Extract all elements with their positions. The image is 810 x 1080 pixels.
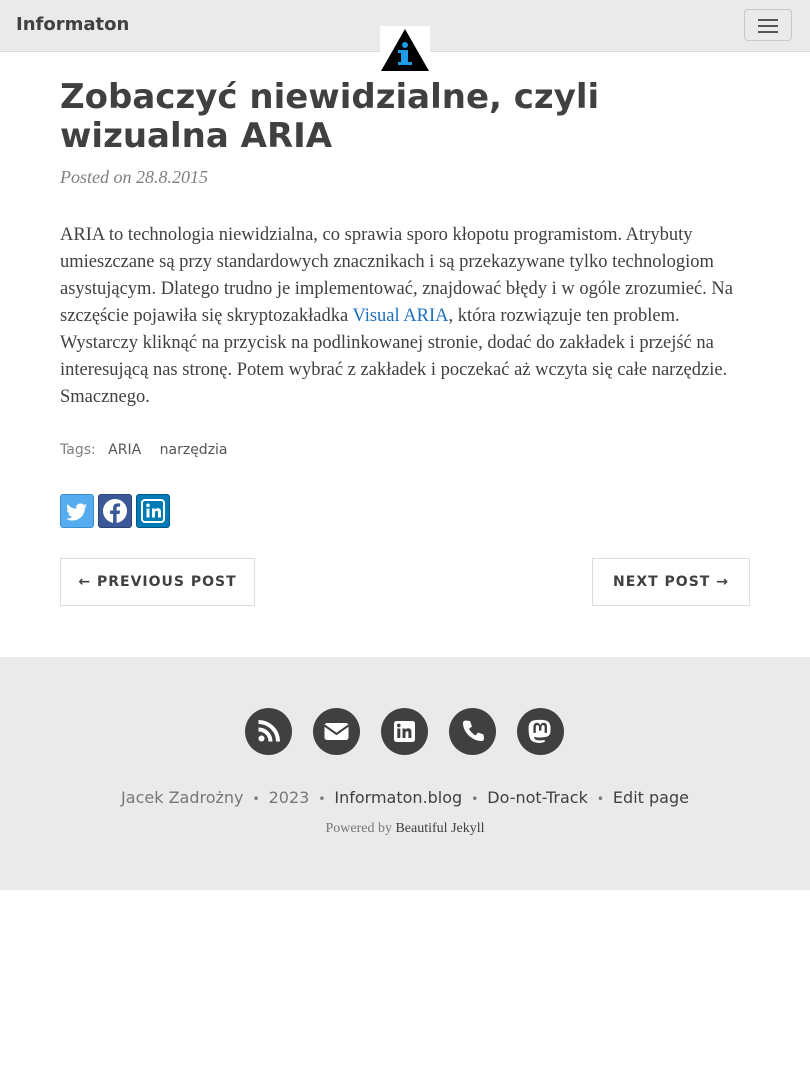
- linkedin-icon: [394, 721, 415, 742]
- beautiful-jekyll-link[interactable]: Beautiful Jekyll: [395, 821, 484, 836]
- brand-link[interactable]: Informaton: [16, 14, 129, 35]
- twitter-share-button[interactable]: [60, 494, 94, 528]
- tags-section: Tags: ARIA narzędzia: [60, 442, 228, 458]
- post-body: ARIA to technologia niewidzialna, co spr…: [60, 222, 752, 411]
- email-link[interactable]: [313, 708, 360, 755]
- footer-social-links: [245, 708, 564, 755]
- footer: Jacek Zadrożny • 2023 • Informaton.blog • Do-n…: [0, 657, 810, 890]
- tag-link[interactable]: ARIA: [108, 442, 141, 458]
- twitter-icon: [66, 503, 87, 521]
- site-logo[interactable]: [380, 26, 430, 72]
- edit-page-link[interactable]: Edit page: [613, 788, 689, 807]
- phone-link[interactable]: [449, 708, 496, 755]
- share-buttons: [60, 494, 170, 528]
- hamburger-line: [758, 25, 778, 27]
- do-not-track-link[interactable]: Do-not-Track: [487, 788, 588, 807]
- tags-label: Tags:: [60, 442, 96, 458]
- blog-link[interactable]: Informaton.blog: [334, 788, 462, 807]
- separator: •: [596, 792, 604, 806]
- rss-link[interactable]: [245, 708, 292, 755]
- hamburger-menu-icon: [758, 19, 778, 21]
- linkedin-link[interactable]: [381, 708, 428, 755]
- separator: •: [318, 792, 326, 806]
- powered-by: Powered by Beautiful Jekyll: [0, 821, 810, 837]
- separator: •: [252, 792, 260, 806]
- facebook-share-button[interactable]: [98, 494, 132, 528]
- mastodon-icon: [528, 719, 551, 743]
- rss-icon: [258, 720, 280, 742]
- hamburger-line: [758, 31, 778, 33]
- powered-label: Powered by: [325, 821, 392, 836]
- visual-aria-link[interactable]: Visual ARIA: [352, 306, 448, 326]
- tag-link[interactable]: narzędzia: [160, 442, 228, 458]
- next-post-button[interactable]: Next Post →: [592, 558, 750, 606]
- previous-post-button[interactable]: ← Previous Post: [60, 558, 255, 606]
- post-meta: Posted on 28.8.2015: [60, 167, 208, 187]
- linkedin-icon: [141, 499, 165, 523]
- copyright-year: 2023: [268, 788, 310, 807]
- linkedin-share-button[interactable]: [136, 494, 170, 528]
- envelope-icon: [323, 723, 350, 740]
- separator: •: [471, 792, 479, 806]
- footer-copyright: Jacek Zadrożny • 2023 • Informaton.blog • Do-n…: [0, 788, 810, 807]
- hamburger-menu-button[interactable]: [744, 9, 792, 41]
- info-triangle-logo: [381, 29, 429, 71]
- mastodon-link[interactable]: [517, 708, 564, 755]
- author-name: Jacek Zadrożny: [121, 788, 244, 807]
- post-title: Zobaczyć niewidzialne, czyli wizualna AR…: [60, 77, 600, 156]
- facebook-icon: [103, 499, 127, 523]
- phone-icon: [463, 720, 484, 741]
